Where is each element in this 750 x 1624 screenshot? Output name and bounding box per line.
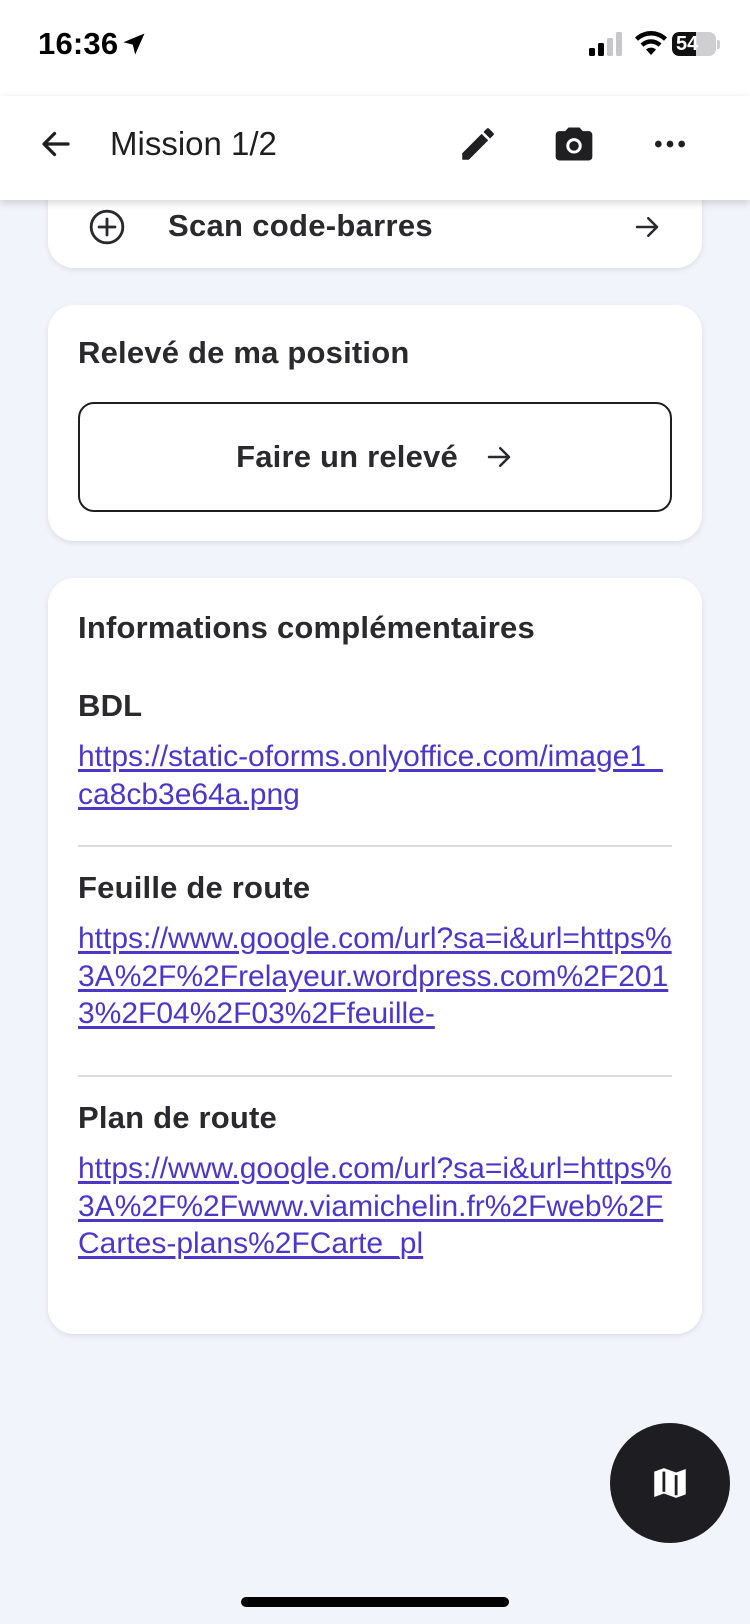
status-bar: 16:36 54 [0,0,750,96]
more-horizontal-icon [655,140,685,148]
page-title: Mission 1/2 [110,125,277,162]
camera-icon [555,127,593,161]
cellular-signal-icon [589,32,622,56]
wifi-icon [635,31,667,55]
battery-tip [717,40,720,49]
divider [78,1075,672,1077]
battery-icon: 54 [672,32,716,56]
position-card-title: Relevé de ma position [78,335,410,370]
info-item-label: Feuille de route [78,870,311,905]
take-position-button[interactable]: Faire un relevé [78,402,672,512]
take-position-label: Faire un relevé [236,439,458,474]
info-item-link[interactable]: https://www.google.com/url?sa=i&url=http… [78,1150,672,1263]
home-indicator[interactable] [241,1597,509,1607]
info-item-label: Plan de route [78,1100,277,1135]
position-card: Relevé de ma position Faire un relevé [48,305,702,541]
scan-barcode-row[interactable]: Scan code-barres [48,200,702,268]
status-time: 16:36 [38,26,119,61]
more-options-button[interactable] [644,118,696,170]
info-item-link[interactable]: https://www.google.com/url?sa=i&url=http… [78,920,672,1033]
map-fab-button[interactable] [610,1423,730,1543]
map-icon [654,1468,686,1498]
battery-level: 54 [676,33,699,55]
info-card-title: Informations complémentaires [78,610,535,645]
app-bar: Mission 1/2 [0,96,750,200]
back-button[interactable] [32,120,80,168]
edit-button[interactable] [452,118,504,170]
back-arrow-icon [42,131,70,157]
info-card: Informations complémentaires BDL https:/… [48,578,702,1334]
info-item-label: BDL [78,688,143,723]
arrow-right-icon [635,217,659,237]
pencil-icon [462,128,494,160]
info-item-plan-de-route: Plan de route https://www.google.com/url… [78,1098,672,1263]
info-item-bdl: BDL https://static-oforms.onlyoffice.com… [78,686,672,813]
mission-screen: 16:36 54 Mission 1/2 Scan code-barres Re… [0,0,750,1624]
info-item-link[interactable]: https://static-oforms.onlyoffice.com/ima… [78,738,672,813]
location-arrow-icon [123,33,145,55]
camera-button[interactable] [548,118,600,170]
arrow-right-icon [487,447,511,467]
info-item-feuille-de-route: Feuille de route https://www.google.com/… [78,868,672,1033]
plus-circle-icon [89,209,125,245]
divider [78,845,672,847]
scan-barcode-label: Scan code-barres [168,208,433,243]
